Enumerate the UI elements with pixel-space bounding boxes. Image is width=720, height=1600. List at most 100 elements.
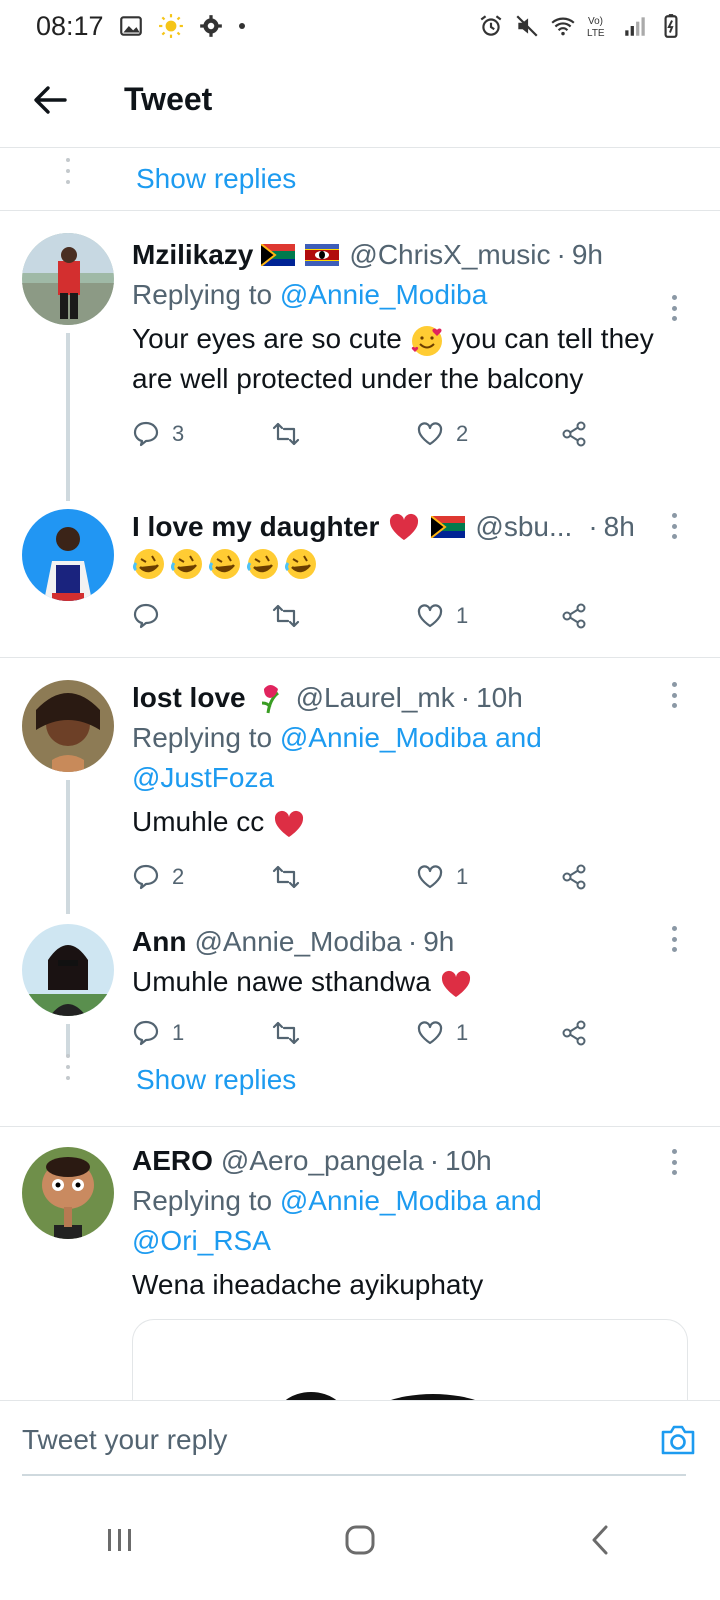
reply-bubble-icon: [133, 603, 159, 629]
reply-count: 3: [172, 421, 185, 446]
more-options-button[interactable]: [670, 295, 678, 321]
retweet-icon: [272, 604, 300, 628]
retweet-button[interactable]: [272, 863, 416, 891]
mention-link[interactable]: @Annie_Modiba and: [280, 1185, 542, 1216]
share-button[interactable]: [560, 863, 588, 891]
home-icon: [345, 1525, 375, 1555]
avatar[interactable]: [22, 1147, 114, 1239]
tweet-actions: 3 2: [132, 399, 690, 469]
tweet-author-name[interactable]: Ann: [132, 922, 186, 962]
more-options-button[interactable]: [670, 682, 678, 708]
reply-composer[interactable]: Tweet your reply: [0, 1400, 720, 1478]
tweet-text: Wena iheadache ayikuphaty: [132, 1269, 484, 1300]
share-icon: [562, 603, 586, 629]
like-button[interactable]: 1: [416, 863, 560, 891]
show-replies-link[interactable]: Show replies: [136, 1064, 296, 1096]
home-button[interactable]: [330, 1510, 390, 1570]
tweet-timestamp: 9h: [571, 239, 604, 270]
avatar[interactable]: [22, 680, 114, 772]
like-count: 1: [456, 864, 469, 889]
tweet-item[interactable]: lost love @Laurel_mk · 10h Replying to @…: [0, 658, 720, 914]
show-replies-row[interactable]: Show replies: [0, 1048, 720, 1112]
wifi-icon: [551, 17, 575, 36]
status-time: 08:17: [36, 10, 104, 41]
rolling-laughing-emoji-icon: [285, 549, 316, 579]
avatar[interactable]: [22, 924, 114, 1016]
retweet-button[interactable]: [272, 602, 416, 630]
retweet-icon: [272, 1021, 300, 1045]
tweet-author-name[interactable]: lost love: [132, 678, 246, 718]
top-app-bar: Tweet: [0, 52, 720, 148]
tweet-item[interactable]: I love my daughter @sbu... · 8h 1: [0, 491, 720, 657]
like-button[interactable]: 1: [416, 1019, 560, 1047]
status-bar: 08:17 Vo) LTE: [0, 0, 720, 52]
reply-button[interactable]: 3: [132, 420, 272, 448]
recent-apps-button[interactable]: [90, 1510, 150, 1570]
rolling-laughing-emoji-icon: [209, 549, 240, 579]
volte-icon: Vo)LTE: [587, 16, 605, 39]
replying-to-line: Replying to @Annie_Modiba and @JustFoza: [132, 722, 542, 793]
avatar[interactable]: [22, 509, 114, 601]
show-replies-row[interactable]: Show replies: [0, 148, 720, 210]
tweet-item[interactable]: AERO @Aero_pangela · 10h Replying to @An…: [0, 1127, 720, 1400]
south-africa-flag-icon: [431, 516, 466, 538]
like-count: 1: [456, 1020, 469, 1045]
like-count: 2: [456, 421, 469, 446]
reply-button[interactable]: 1: [132, 1019, 272, 1047]
like-count: 1: [456, 603, 469, 628]
tweet-text: Umuhle cc: [132, 802, 690, 842]
tweet-timestamp: 9h: [423, 926, 455, 957]
share-button[interactable]: [560, 420, 588, 448]
show-replies-link[interactable]: Show replies: [136, 163, 296, 195]
camera-icon[interactable]: [660, 1423, 696, 1457]
tweet-item[interactable]: Mzilikazy @ChrisX_music · 9h Replying to…: [0, 211, 720, 501]
mention-link[interactable]: @Ori_RSA: [132, 1225, 271, 1256]
tweet-timestamp: 8h: [603, 511, 635, 542]
heart-icon: [417, 422, 443, 446]
settings-gear-icon: [199, 15, 222, 37]
like-button[interactable]: 2: [416, 420, 560, 448]
red-heart-emoji-icon: [441, 970, 470, 997]
mention-link[interactable]: @Annie_Modiba: [280, 279, 487, 310]
reply-input[interactable]: Tweet your reply: [22, 1424, 227, 1456]
mention-link[interactable]: @Annie_Modiba and: [280, 722, 542, 753]
share-button[interactable]: [560, 602, 588, 630]
reply-button[interactable]: [132, 602, 272, 630]
wilted-flower-emoji-icon: [261, 685, 279, 714]
svg-text:LTE: LTE: [587, 28, 605, 39]
tweet-author-name[interactable]: AERO: [132, 1141, 213, 1181]
more-options-button[interactable]: [670, 1149, 678, 1175]
mention-link[interactable]: @JustFoza: [132, 762, 274, 793]
tweet-author-handle: @ChrisX_music: [349, 239, 551, 270]
avatar[interactable]: [22, 233, 114, 325]
retweet-button[interactable]: [272, 420, 416, 448]
smiling-face-with-hearts-emoji-icon: [411, 325, 442, 356]
nav-back-button[interactable]: [570, 1510, 630, 1570]
retweet-button[interactable]: [272, 1019, 416, 1047]
thread-content[interactable]: Show replies Mzilikazy @ChrisX_music · 9…: [0, 148, 720, 1400]
back-button[interactable]: [26, 76, 74, 124]
replying-to-line: Replying to @Annie_Modiba and @Ori_RSA: [132, 1185, 542, 1256]
more-options-button[interactable]: [670, 926, 678, 952]
tweet-author-name[interactable]: Mzilikazy: [132, 235, 253, 275]
tweet-author-name[interactable]: I love my daughter: [132, 507, 379, 547]
more-options-button[interactable]: [670, 513, 678, 539]
reply-count: 1: [172, 1020, 185, 1045]
tweet-author-handle: @sbu...: [475, 511, 573, 542]
reply-count: 2: [172, 864, 185, 889]
reply-bubble-icon: [133, 421, 159, 447]
south-africa-flag-icon: [261, 244, 296, 266]
retweet-icon: [272, 422, 300, 446]
reply-button[interactable]: 2: [132, 863, 272, 891]
tweet-timestamp: 10h: [476, 682, 523, 713]
rolling-laughing-emoji-icon: [171, 549, 202, 579]
tweet-media-image[interactable]: [132, 1319, 688, 1400]
thread-connector-line: [66, 780, 70, 914]
tweet-item[interactable]: Ann @Annie_Modiba · 9h Umuhle nawe sthan…: [0, 904, 720, 1056]
more-replies-dots-icon: [66, 158, 70, 184]
share-button[interactable]: [560, 1019, 588, 1047]
like-button[interactable]: 1: [416, 602, 560, 630]
notification-dot-icon: [238, 23, 245, 29]
gallery-notification-icon: [119, 16, 142, 36]
signal-icon: [625, 17, 645, 36]
